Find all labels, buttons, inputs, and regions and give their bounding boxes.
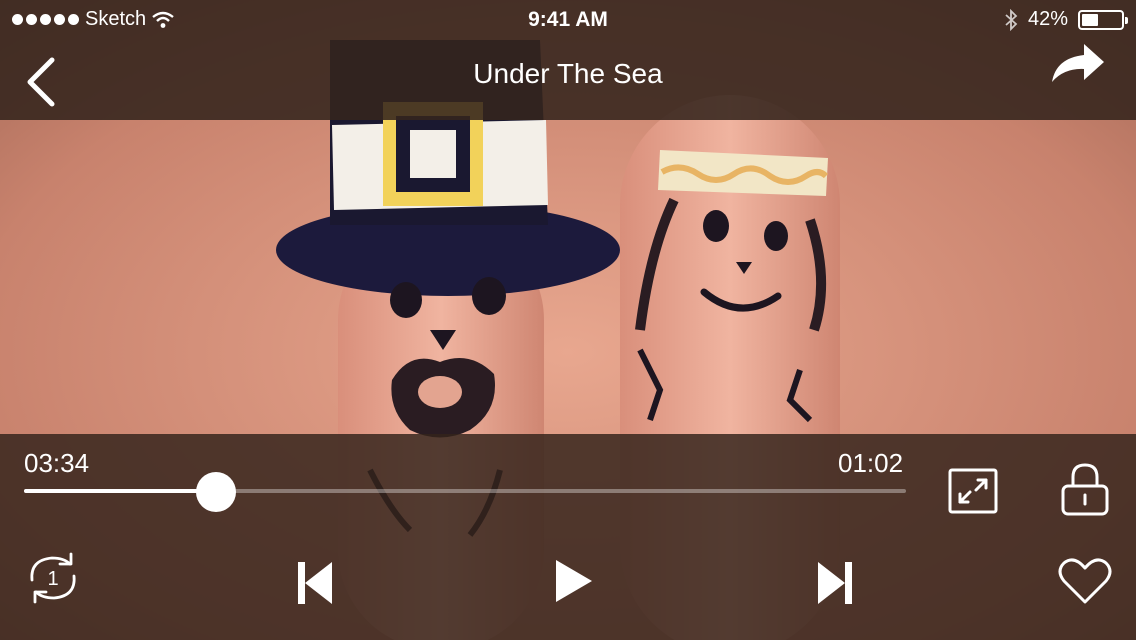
- battery-fill: [1082, 13, 1098, 26]
- skip-previous-icon: [298, 562, 332, 604]
- status-time: 9:41 AM: [528, 8, 608, 31]
- play-icon: [556, 560, 592, 602]
- bluetooth-icon: [1005, 8, 1018, 31]
- controls-panel: [0, 434, 1136, 640]
- time-elapsed: 03:34: [24, 448, 90, 478]
- expand-icon: [948, 468, 998, 514]
- repeat-one-icon: 1: [30, 552, 76, 604]
- seek-thumb[interactable]: [196, 472, 237, 512]
- fullscreen-button[interactable]: [948, 468, 998, 514]
- battery-icon: [1078, 9, 1128, 30]
- seek-bar[interactable]: [24, 489, 906, 493]
- seek-bar-played: [24, 489, 217, 493]
- video-player-screen: Sketch 9:41 AM 42% Under The Sea 03:34 0…: [0, 0, 1136, 640]
- skip-next-icon: [818, 562, 852, 604]
- previous-button[interactable]: [294, 560, 336, 606]
- status-bar: Sketch 9:41 AM 42%: [0, 0, 1136, 40]
- repeat-button[interactable]: 1: [24, 552, 82, 604]
- battery-percent: 42%: [1027, 8, 1068, 30]
- play-button[interactable]: [552, 558, 594, 604]
- repeat-count: 1: [47, 568, 58, 590]
- lock-icon: [1061, 463, 1109, 516]
- time-remaining: 01:02: [838, 448, 904, 478]
- share-arrow-icon: [1052, 44, 1104, 82]
- heart-icon: [1058, 558, 1112, 604]
- lock-button[interactable]: [1060, 462, 1110, 516]
- share-button[interactable]: [1050, 42, 1106, 86]
- next-button[interactable]: [814, 560, 856, 606]
- back-button[interactable]: [20, 56, 60, 108]
- favorite-button[interactable]: [1058, 556, 1112, 606]
- status-right: 42%: [1004, 8, 1128, 31]
- chevron-left-icon: [27, 57, 55, 107]
